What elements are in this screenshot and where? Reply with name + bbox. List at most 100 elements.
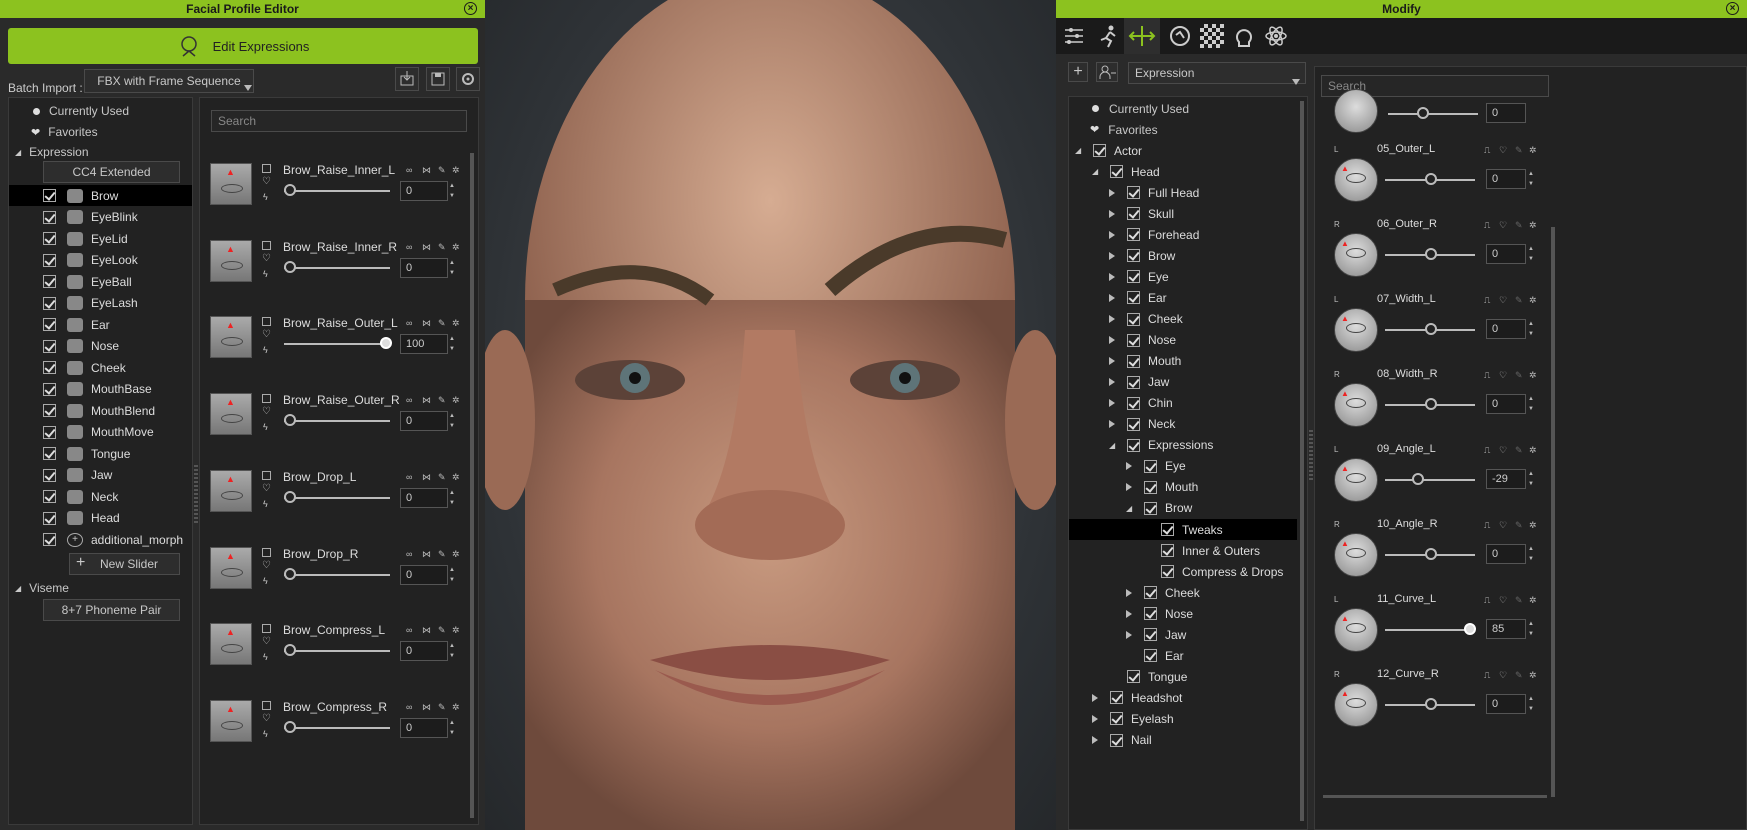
scrollbar[interactable]: [1551, 227, 1555, 797]
favorite-checkbox[interactable]: [262, 470, 271, 480]
slider-knob[interactable]: [1417, 107, 1429, 119]
lock-icon[interactable]: ⎍: [1484, 370, 1490, 381]
category-item[interactable]: Cheek: [9, 357, 192, 378]
value-field[interactable]: 0: [1486, 244, 1526, 264]
spin-buttons[interactable]: ▲ ▼: [447, 258, 457, 278]
gear-icon[interactable]: ✲: [1529, 670, 1537, 681]
gear-icon[interactable]: ✲: [452, 625, 460, 636]
expand-icon[interactable]: [1126, 586, 1136, 600]
collapse-icon[interactable]: ◢: [1109, 441, 1119, 450]
category-checkbox[interactable]: [43, 361, 56, 374]
tree-item[interactable]: Currently Used: [1069, 98, 1297, 119]
category-item[interactable]: Neck: [9, 486, 192, 507]
pencil-icon[interactable]: ✎: [438, 625, 446, 636]
spin-buttons[interactable]: ▲ ▼: [447, 488, 457, 508]
edit-expressions-button[interactable]: Edit Expressions: [8, 28, 478, 64]
expand-icon[interactable]: [1109, 333, 1119, 347]
tree-item[interactable]: Eyelash: [1069, 708, 1297, 729]
heart-icon[interactable]: ♡: [1499, 145, 1507, 156]
heart-icon[interactable]: ♡: [262, 483, 271, 494]
face-tab-icon[interactable]: [1168, 24, 1192, 48]
heart-icon[interactable]: ♡: [1499, 670, 1507, 681]
favorite-checkbox[interactable]: [262, 240, 271, 250]
expand-icon[interactable]: [1092, 691, 1102, 705]
bolt-icon[interactable]: ϟ: [263, 652, 268, 662]
spin-buttons[interactable]: ▲ ▼: [1526, 394, 1536, 414]
tree-checkbox[interactable]: [1127, 270, 1140, 284]
value-field[interactable]: 85: [1486, 619, 1526, 639]
expand-icon[interactable]: [1109, 354, 1119, 368]
category-item[interactable]: Brow: [9, 185, 192, 206]
category-item[interactable]: MouthMove: [9, 422, 192, 443]
lock-icon[interactable]: ⎍: [1484, 220, 1490, 231]
gear-icon[interactable]: ✲: [1529, 595, 1537, 606]
slider-knob[interactable]: [1412, 473, 1425, 485]
user-edit-icon[interactable]: [1096, 62, 1118, 82]
tree-viseme[interactable]: ◢ Viseme: [15, 581, 69, 595]
cc4-extended-button[interactable]: CC4 Extended: [43, 161, 180, 183]
head-tab-icon[interactable]: [1232, 24, 1256, 48]
slider-knob[interactable]: [284, 414, 296, 427]
heart-icon[interactable]: ♡: [1499, 520, 1507, 531]
tree-item[interactable]: Nose: [1069, 603, 1297, 624]
link-icon[interactable]: ∞: [406, 395, 412, 405]
pencil-icon[interactable]: ✎: [1515, 670, 1523, 681]
tree-checkbox[interactable]: [1110, 733, 1123, 747]
gear-icon[interactable]: ✲: [452, 702, 460, 713]
tree-checkbox[interactable]: [1144, 480, 1157, 494]
tree-item[interactable]: ◢ Actor: [1069, 140, 1297, 161]
expand-icon[interactable]: [1109, 417, 1119, 431]
tree-item[interactable]: ❤ Favorites: [1069, 119, 1297, 140]
slider-knob[interactable]: [284, 644, 296, 657]
expand-icon[interactable]: [1109, 375, 1119, 389]
expand-icon[interactable]: [1109, 270, 1119, 284]
slider-knob[interactable]: [380, 337, 392, 350]
scrollbar[interactable]: [470, 153, 474, 818]
gear-icon[interactable]: ✲: [452, 242, 460, 253]
value-field[interactable]: 0: [400, 641, 448, 662]
slider-knob[interactable]: [1425, 248, 1437, 260]
tree-item[interactable]: Skull: [1069, 203, 1297, 224]
value-field[interactable]: 0: [400, 411, 448, 432]
link-icon[interactable]: ∞: [406, 318, 412, 328]
tree-currently-used[interactable]: Currently Used: [33, 104, 129, 118]
slider-knob[interactable]: [284, 490, 296, 503]
spin-buttons[interactable]: ▲ ▼: [1526, 619, 1536, 639]
category-checkbox[interactable]: [43, 296, 56, 310]
tree-favorites[interactable]: ❤ Favorites: [31, 125, 98, 139]
tree-item[interactable]: Cheek: [1069, 309, 1297, 330]
h-scrollbar[interactable]: [1323, 795, 1547, 798]
spin-buttons[interactable]: ▲ ▼: [1526, 469, 1536, 489]
category-item[interactable]: EyeLid: [9, 228, 192, 249]
gear-icon[interactable]: ✲: [452, 318, 460, 329]
gear-icon[interactable]: ✲: [452, 549, 460, 560]
expand-icon[interactable]: [1092, 712, 1102, 726]
category-checkbox[interactable]: [43, 468, 56, 482]
tree-item[interactable]: Eye: [1069, 266, 1297, 287]
spin-buttons[interactable]: ▲ ▼: [447, 181, 457, 201]
category-item[interactable]: EyeBlink: [9, 207, 192, 228]
tree-item[interactable]: Chin: [1069, 393, 1297, 414]
slider-knob[interactable]: [284, 260, 296, 273]
category-item[interactable]: EyeLook: [9, 250, 192, 271]
value-field[interactable]: 0: [400, 717, 448, 738]
heart-icon[interactable]: ♡: [1499, 295, 1507, 306]
pencil-icon[interactable]: ✎: [438, 318, 446, 329]
favorite-checkbox[interactable]: [262, 624, 271, 634]
tree-checkbox[interactable]: [1144, 607, 1157, 621]
pencil-icon[interactable]: ✎: [1515, 295, 1523, 306]
slider-knob[interactable]: [284, 567, 296, 580]
spin-buttons[interactable]: ▲ ▼: [1526, 694, 1536, 714]
expand-icon[interactable]: [1126, 459, 1136, 473]
tree-item[interactable]: Mouth: [1069, 351, 1297, 372]
pencil-icon[interactable]: ✎: [438, 242, 446, 253]
favorite-checkbox[interactable]: [262, 394, 271, 404]
category-item[interactable]: MouthBlend: [9, 400, 192, 421]
pencil-icon[interactable]: ✎: [438, 165, 446, 176]
tree-checkbox[interactable]: [1127, 186, 1140, 200]
mirror-icon[interactable]: ⋈: [422, 318, 431, 329]
heart-icon[interactable]: ♡: [262, 636, 271, 647]
heart-icon[interactable]: ♡: [262, 406, 271, 417]
collapse-icon[interactable]: ◢: [1092, 167, 1102, 176]
value-field[interactable]: 0: [400, 181, 448, 201]
